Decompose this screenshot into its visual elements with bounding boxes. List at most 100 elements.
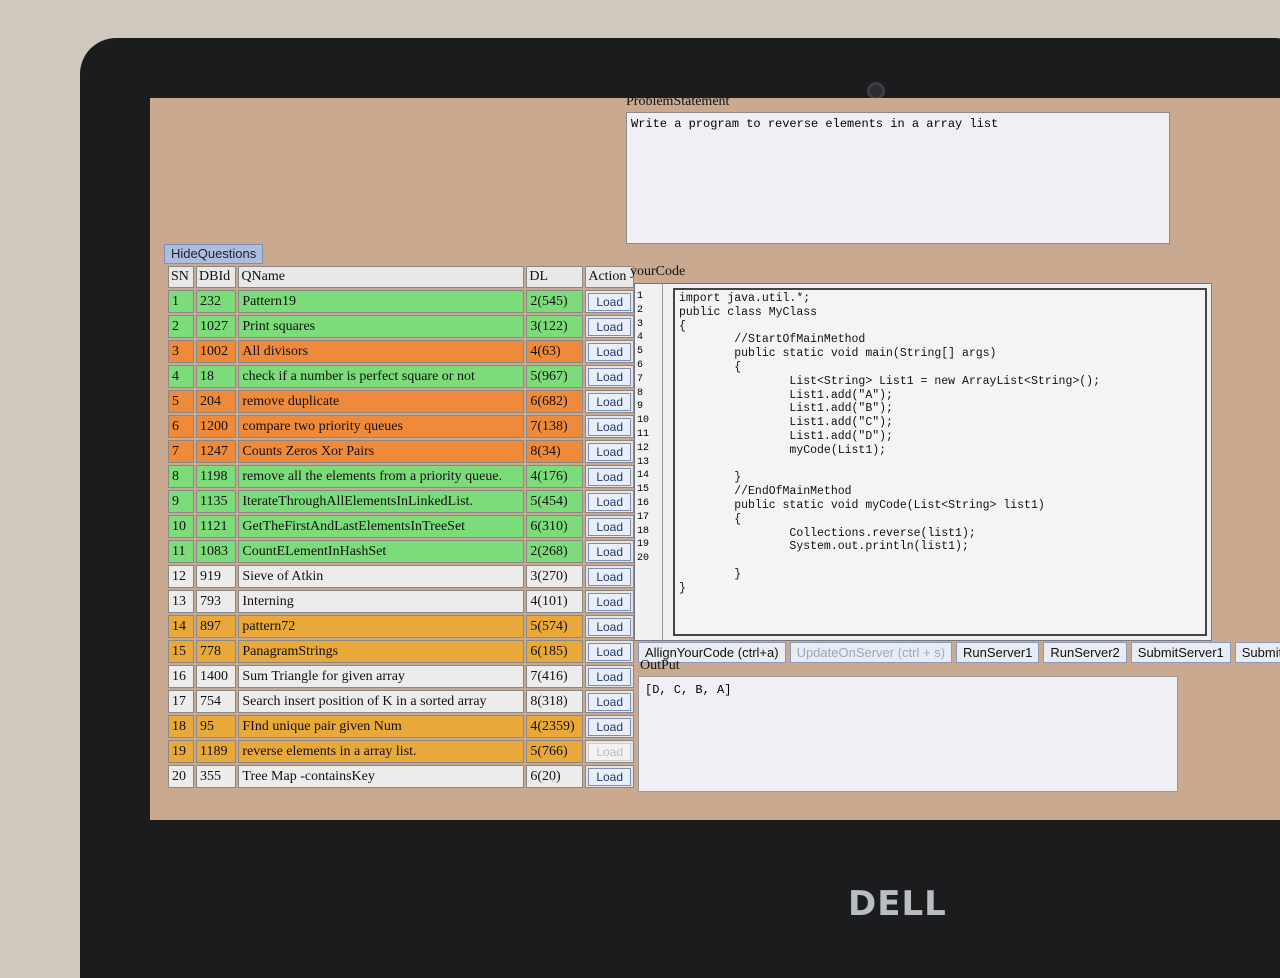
row-dbid: 204: [196, 390, 237, 413]
row-dl: 7(138): [526, 415, 584, 438]
row-qname: Search insert position of K in a sorted …: [238, 690, 525, 713]
row-qname: FInd unique pair given Num: [238, 715, 525, 738]
submit-server1-button[interactable]: SubmitServer1: [1130, 642, 1231, 663]
col-dl: DL: [526, 266, 584, 288]
row-sn: 4: [168, 365, 194, 388]
load-button[interactable]: Load: [588, 367, 632, 386]
row-qname: check if a number is perfect square or n…: [238, 365, 525, 388]
row-qname: reverse elements in a array list.: [238, 740, 525, 763]
row-action: Load: [585, 290, 634, 313]
line-number: 6: [637, 359, 644, 371]
run-server1-button[interactable]: RunServer1: [956, 642, 1040, 663]
load-button[interactable]: Load: [588, 567, 632, 586]
row-sn: 19: [168, 740, 194, 763]
row-dl: 7(416): [526, 665, 584, 688]
row-sn: 18: [168, 715, 194, 738]
line-number: 10: [637, 415, 650, 427]
row-dbid: 754: [196, 690, 237, 713]
row-qname: IterateThroughAllElementsInLinkedList.: [238, 490, 525, 513]
load-button[interactable]: Load: [588, 467, 632, 486]
table-row: 2 1027 Print squares 3(122) Load: [168, 315, 634, 338]
table-row: 14 897 pattern72 5(574) Load: [168, 615, 634, 638]
row-dbid: 95: [196, 715, 237, 738]
load-button[interactable]: Load: [588, 542, 632, 561]
load-button[interactable]: Load: [588, 667, 632, 686]
code-editor: 1 2 3 4 5 6 7 8 9 10 11 12 13 14 15 16 17 18 19 20 import j…: [634, 283, 1212, 641]
row-sn: 11: [168, 540, 194, 563]
row-sn: 12: [168, 565, 194, 588]
row-action: Load: [585, 565, 634, 588]
row-sn: 2: [168, 315, 194, 338]
row-dbid: 1083: [196, 540, 237, 563]
load-button[interactable]: Load: [588, 642, 632, 661]
problem-statement-label: ProblemStatement: [626, 98, 730, 109]
row-dbid: 897: [196, 615, 237, 638]
submit-server2-button[interactable]: SubmitServe: [1234, 642, 1280, 663]
row-dl: 8(318): [526, 690, 584, 713]
row-qname: All divisors: [238, 340, 525, 363]
row-dl: 6(310): [526, 515, 584, 538]
row-qname: pattern72: [238, 615, 525, 638]
row-action: Load: [585, 665, 634, 688]
row-sn: 3: [168, 340, 194, 363]
output-box[interactable]: [D, C, B, A]: [638, 676, 1178, 792]
load-button[interactable]: Load: [588, 342, 632, 361]
col-qname: QName: [238, 266, 525, 288]
load-button[interactable]: Load: [588, 617, 632, 636]
load-button[interactable]: Load: [588, 317, 632, 336]
hide-questions-button[interactable]: HideQuestions: [164, 244, 264, 264]
line-number: 19: [637, 539, 650, 551]
line-number: 20: [637, 553, 650, 565]
row-sn: 13: [168, 590, 194, 613]
row-qname: Sieve of Atkin: [238, 565, 525, 588]
row-action: Load: [585, 540, 634, 563]
row-action: Load: [585, 490, 634, 513]
table-row: 6 1200 compare two priority queues 7(138) Lo…: [168, 415, 634, 438]
row-dbid: 1247: [196, 440, 237, 463]
row-qname: PanagramStrings: [238, 640, 525, 663]
row-dl: 5(454): [526, 490, 584, 513]
row-dbid: 355: [196, 765, 237, 788]
row-dbid: 919: [196, 565, 237, 588]
row-dl: 6(682): [526, 390, 584, 413]
load-button[interactable]: Load: [588, 517, 632, 536]
update-on-server-button[interactable]: UpdateOnServer (ctrl + s): [789, 642, 953, 663]
line-number: 7: [637, 373, 644, 385]
row-action: Load: [585, 315, 634, 338]
row-action: Load: [585, 390, 634, 413]
col-sn: SN: [168, 266, 194, 288]
row-action: Load: [585, 340, 634, 363]
row-dl: 5(967): [526, 365, 584, 388]
load-button[interactable]: Load: [588, 717, 632, 736]
table-row: 11 1083 CountELementInHashSet 2(268) Load: [168, 540, 634, 563]
editor-toolbar: AllignYourCode (ctrl+a) UpdateOnServer (…: [638, 642, 1280, 663]
row-qname: Pattern19: [238, 290, 525, 313]
load-button[interactable]: Load: [588, 492, 632, 511]
row-dbid: 1135: [196, 490, 237, 513]
code-textarea[interactable]: import java.util.*; public class MyClass…: [673, 288, 1207, 636]
col-action: Action: [585, 266, 634, 288]
row-dbid: 1027: [196, 315, 237, 338]
load-button[interactable]: Load: [588, 417, 632, 436]
load-button[interactable]: Load: [588, 692, 632, 711]
load-button[interactable]: Load: [588, 292, 632, 311]
load-button[interactable]: Load: [588, 442, 632, 461]
line-number: 12: [637, 442, 650, 454]
line-number: 11: [637, 428, 650, 440]
load-button[interactable]: Load: [588, 767, 632, 786]
row-action: Load: [585, 440, 634, 463]
row-dl: 4(63): [526, 340, 584, 363]
run-server2-button[interactable]: RunServer2: [1043, 642, 1127, 663]
col-dbid: DBId: [196, 266, 237, 288]
screen: HideQuestions SN DBId QName DL Action 12…: [150, 98, 1280, 820]
table-row: 1 232 Pattern19 2(545) Load: [168, 290, 634, 313]
row-dbid: 1200: [196, 415, 237, 438]
load-button[interactable]: Load: [588, 742, 632, 761]
problem-statement-box[interactable]: Write a program to reverse elements in a…: [626, 112, 1170, 244]
row-dbid: 1189: [196, 740, 237, 763]
load-button[interactable]: Load: [588, 392, 632, 411]
table-row: 10 1121 GetTheFirstAndLastElementsInTreeSe…: [168, 515, 634, 538]
table-row: 13 793 Interning 4(101) Load: [168, 590, 634, 613]
line-number: 14: [637, 470, 650, 482]
load-button[interactable]: Load: [588, 592, 632, 611]
